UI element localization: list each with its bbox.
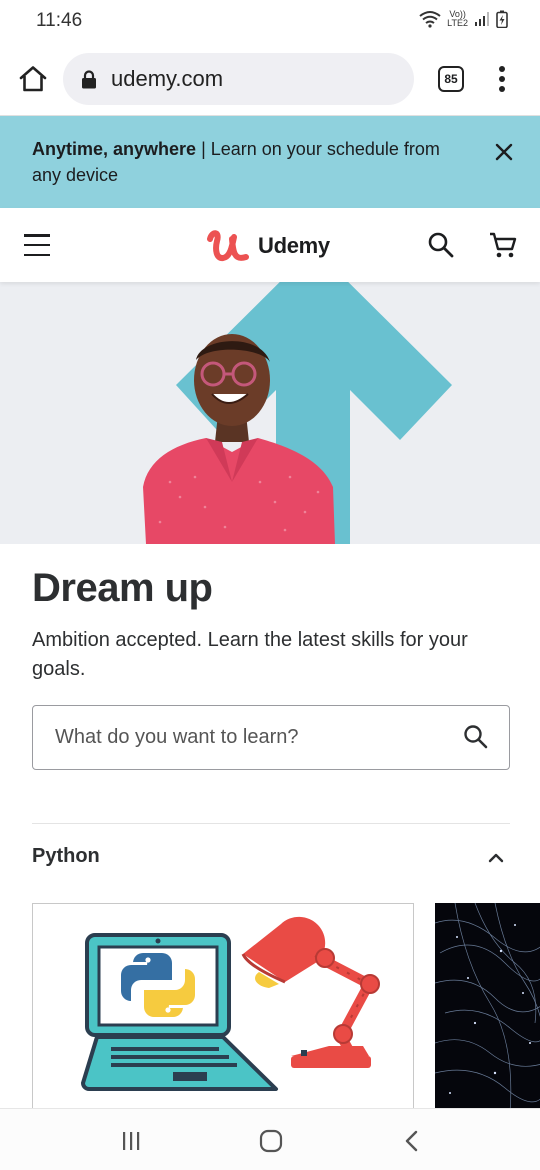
back-icon bbox=[405, 1130, 418, 1152]
chevron-up-icon bbox=[488, 853, 504, 863]
promo-separator: | bbox=[196, 139, 211, 159]
course-search-box bbox=[32, 705, 510, 770]
hero-subtitle: Ambition accepted. Learn the latest skil… bbox=[32, 629, 468, 680]
close-icon bbox=[495, 143, 513, 161]
udemy-logo[interactable]: Udemy bbox=[206, 226, 330, 266]
network-type: Vo)) LTE2 bbox=[447, 10, 468, 28]
tab-switcher-button[interactable]: 85 bbox=[438, 66, 464, 92]
header-search-button[interactable] bbox=[427, 231, 455, 259]
course-card[interactable] bbox=[32, 903, 414, 1113]
signal-icon bbox=[475, 12, 489, 26]
recents-icon bbox=[123, 1132, 140, 1150]
logo-text: Udemy bbox=[258, 233, 330, 258]
hero-title: Dream up bbox=[32, 566, 213, 610]
status-icons: Vo)) LTE2 bbox=[419, 10, 508, 28]
promo-text: Anytime, anywhere | Learn on your schedu… bbox=[32, 136, 462, 188]
promo-title: Anytime, anywhere bbox=[32, 139, 197, 159]
address-bar[interactable]: udemy.com bbox=[63, 53, 414, 105]
hero-illustration bbox=[0, 282, 540, 544]
search-input[interactable] bbox=[55, 726, 445, 749]
android-home-button[interactable] bbox=[257, 1127, 285, 1155]
network-label-bottom: LTE2 bbox=[447, 18, 468, 28]
promo-banner: Anytime, anywhere | Learn on your schedu… bbox=[0, 116, 540, 208]
section-divider bbox=[32, 823, 510, 824]
url-text: udemy.com bbox=[111, 66, 224, 91]
more-vert-icon[interactable] bbox=[492, 64, 512, 94]
course-thumbnail bbox=[33, 904, 413, 1113]
hamburger-icon[interactable] bbox=[24, 234, 50, 256]
promo-close-button[interactable] bbox=[492, 140, 516, 164]
system-nav-bar bbox=[0, 1108, 540, 1170]
search-icon bbox=[428, 232, 454, 258]
cart-icon bbox=[490, 232, 517, 258]
battery-charging-icon bbox=[496, 10, 508, 28]
wifi-icon bbox=[419, 11, 441, 28]
recents-button[interactable] bbox=[117, 1127, 145, 1155]
lock-icon bbox=[81, 69, 99, 89]
browser-toolbar: udemy.com 85 bbox=[0, 44, 540, 116]
back-button[interactable] bbox=[398, 1127, 426, 1155]
cart-button[interactable] bbox=[488, 230, 518, 260]
hero-banner bbox=[0, 282, 540, 544]
android-home-icon bbox=[259, 1129, 283, 1153]
search-icon bbox=[464, 725, 488, 749]
home-icon bbox=[19, 66, 47, 92]
section-title: Python bbox=[32, 845, 100, 867]
course-card[interactable] bbox=[435, 903, 540, 1113]
status-bar: 11:46 Vo)) LTE2 bbox=[0, 0, 540, 44]
browser-home-button[interactable] bbox=[16, 62, 50, 96]
status-time: 11:46 bbox=[36, 10, 83, 31]
section-collapse-button[interactable] bbox=[486, 848, 506, 868]
udemy-logo-mark bbox=[207, 230, 249, 261]
site-header: Udemy bbox=[0, 208, 540, 282]
search-submit-button[interactable] bbox=[463, 724, 489, 750]
course-thumbnail bbox=[435, 903, 540, 1113]
